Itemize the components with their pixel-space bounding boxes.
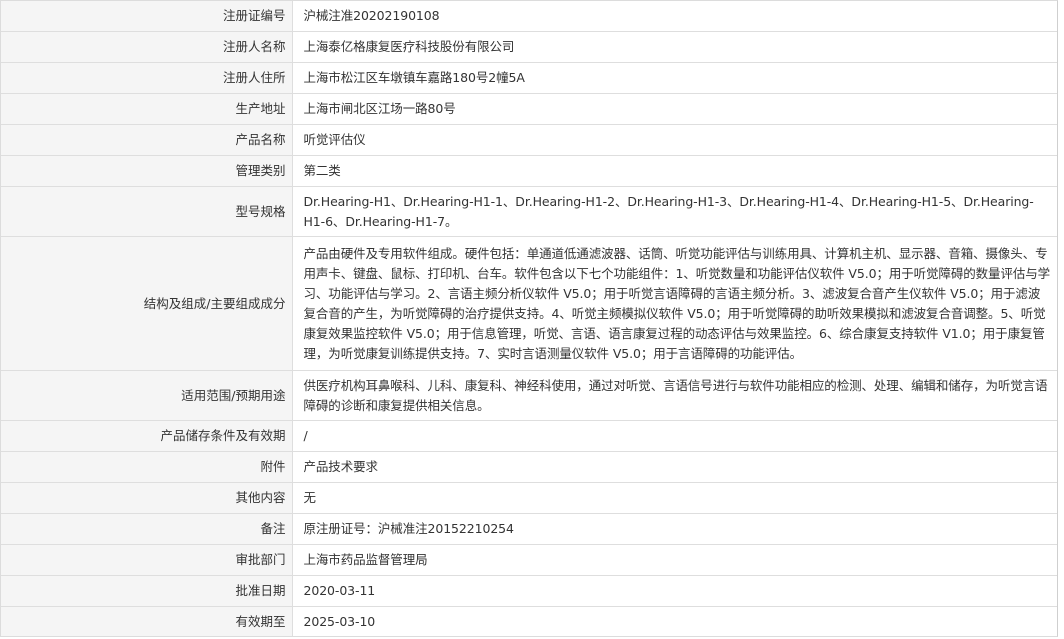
- registration-detail-panel: 注册证编号 沪械注准20202190108 注册人名称 上海泰亿格康复医疗科技股…: [0, 0, 1058, 637]
- value-registrant-name: 上海泰亿格康复医疗科技股份有限公司: [292, 31, 1057, 63]
- row-approval-department: 审批部门 上海市药品监督管理局: [1, 544, 1057, 576]
- label-attachment: 附件: [1, 451, 293, 483]
- row-valid-until: 有效期至 2025-03-10: [1, 606, 1057, 636]
- label-registrant-name: 注册人名称: [1, 31, 293, 63]
- label-production-address: 生产地址: [1, 93, 293, 125]
- label-model-specification: 型号规格: [1, 186, 293, 237]
- label-valid-until: 有效期至: [1, 606, 293, 636]
- value-storage-validity: /: [292, 420, 1057, 452]
- row-production-address: 生产地址 上海市闸北区江场一路80号: [1, 93, 1057, 125]
- value-other-content: 无: [292, 482, 1057, 514]
- row-management-category: 管理类别 第二类: [1, 155, 1057, 187]
- row-attachment: 附件 产品技术要求: [1, 451, 1057, 483]
- label-registration-number: 注册证编号: [1, 1, 293, 32]
- row-storage-validity: 产品储存条件及有效期 /: [1, 420, 1057, 452]
- value-management-category: 第二类: [292, 155, 1057, 187]
- label-approval-department: 审批部门: [1, 544, 293, 576]
- row-registrant-name: 注册人名称 上海泰亿格康复医疗科技股份有限公司: [1, 31, 1057, 63]
- label-structure-composition: 结构及组成/主要组成成分: [1, 236, 293, 371]
- label-registrant-address: 注册人住所: [1, 62, 293, 94]
- label-management-category: 管理类别: [1, 155, 293, 187]
- row-remarks: 备注 原注册证号：沪械准注20152210254: [1, 513, 1057, 545]
- row-approval-date: 批准日期 2020-03-11: [1, 575, 1057, 607]
- value-structure-composition: 产品由硬件及专用软件组成。硬件包括：单通道低通滤波器、话筒、听觉功能评估与训练用…: [292, 236, 1057, 371]
- value-registration-number: 沪械注准20202190108: [292, 1, 1057, 32]
- row-registration-number: 注册证编号 沪械注准20202190108: [1, 1, 1057, 32]
- registration-detail-table: 注册证编号 沪械注准20202190108 注册人名称 上海泰亿格康复医疗科技股…: [1, 1, 1057, 636]
- label-approval-date: 批准日期: [1, 575, 293, 607]
- value-registrant-address: 上海市松江区车墩镇车嘉路180号2幢5A: [292, 62, 1057, 94]
- row-registrant-address: 注册人住所 上海市松江区车墩镇车嘉路180号2幢5A: [1, 62, 1057, 94]
- label-product-name: 产品名称: [1, 124, 293, 156]
- label-remarks: 备注: [1, 513, 293, 545]
- row-other-content: 其他内容 无: [1, 482, 1057, 514]
- row-model-specification: 型号规格 Dr.Hearing-H1、Dr.Hearing-H1-1、Dr.He…: [1, 186, 1057, 237]
- value-remarks: 原注册证号：沪械准注20152210254: [292, 513, 1057, 545]
- row-intended-use: 适用范围/预期用途 供医疗机构耳鼻喉科、儿科、康复科、神经科使用，通过对听觉、言…: [1, 370, 1057, 421]
- value-attachment: 产品技术要求: [292, 451, 1057, 483]
- value-approval-department: 上海市药品监督管理局: [292, 544, 1057, 576]
- row-product-name: 产品名称 听觉评估仪: [1, 124, 1057, 156]
- value-approval-date: 2020-03-11: [292, 575, 1057, 607]
- value-intended-use: 供医疗机构耳鼻喉科、儿科、康复科、神经科使用，通过对听觉、言语信号进行与软件功能…: [292, 370, 1057, 421]
- value-product-name: 听觉评估仪: [292, 124, 1057, 156]
- value-production-address: 上海市闸北区江场一路80号: [292, 93, 1057, 125]
- value-model-specification: Dr.Hearing-H1、Dr.Hearing-H1-1、Dr.Hearing…: [292, 186, 1057, 237]
- value-valid-until: 2025-03-10: [292, 606, 1057, 636]
- row-structure-composition: 结构及组成/主要组成成分 产品由硬件及专用软件组成。硬件包括：单通道低通滤波器、…: [1, 236, 1057, 371]
- label-other-content: 其他内容: [1, 482, 293, 514]
- label-storage-validity: 产品储存条件及有效期: [1, 420, 293, 452]
- label-intended-use: 适用范围/预期用途: [1, 370, 293, 421]
